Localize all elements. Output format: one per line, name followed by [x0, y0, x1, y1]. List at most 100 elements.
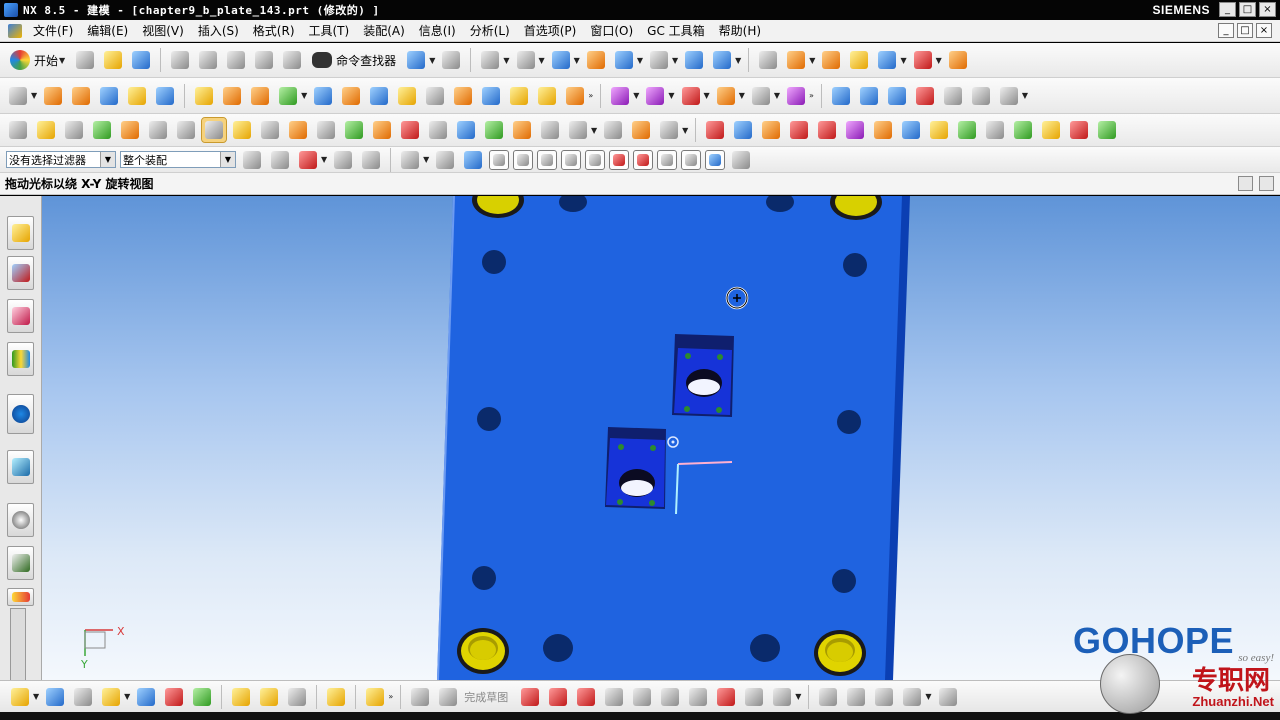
information-icon[interactable]	[439, 48, 463, 72]
yellow-box-icon[interactable]	[1039, 118, 1063, 142]
delete-face-icon[interactable]	[784, 84, 808, 108]
menu-format[interactable]: 格式(R)	[246, 22, 302, 39]
revolve-icon[interactable]	[69, 84, 93, 108]
fit-view-icon[interactable]	[478, 48, 502, 72]
standard-part-icon[interactable]	[258, 118, 282, 142]
solid-red-icon[interactable]	[703, 118, 727, 142]
assembly-icon[interactable]	[8, 685, 32, 709]
thread-icon[interactable]	[367, 84, 391, 108]
save-icon[interactable]	[129, 48, 153, 72]
menu-information[interactable]: 信息(I)	[412, 22, 463, 39]
bill-of-material-icon[interactable]	[566, 118, 590, 142]
shaded-cube-icon[interactable]	[404, 48, 428, 72]
grid-icon[interactable]	[729, 148, 753, 172]
snap-existing-point-icon[interactable]	[489, 149, 510, 170]
snap-point-on-curve-icon[interactable]	[657, 149, 678, 170]
cut-icon[interactable]	[168, 48, 192, 72]
start-button[interactable]: 开始 ▼	[6, 50, 69, 70]
pad-icon[interactable]	[220, 84, 244, 108]
menu-tools[interactable]: 工具(T)	[302, 22, 357, 39]
cooling-icon[interactable]	[454, 118, 478, 142]
mirror-assembly-icon[interactable]	[134, 685, 158, 709]
trim-mold-components-icon[interactable]	[510, 118, 534, 142]
delete-files-icon[interactable]	[629, 118, 653, 142]
mold-csys-icon[interactable]	[34, 118, 58, 142]
subtract-icon[interactable]	[643, 84, 667, 108]
pocket-icon[interactable]	[248, 84, 272, 108]
ejector-postprocess-icon[interactable]	[314, 118, 338, 142]
shell-icon[interactable]	[451, 84, 475, 108]
snap-bounded-grid-icon[interactable]	[705, 149, 726, 170]
wcs-icon[interactable]	[612, 48, 636, 72]
menu-view[interactable]: 视图(V)	[135, 22, 191, 39]
history-tab[interactable]	[7, 503, 34, 537]
open-folder-icon[interactable]	[101, 48, 125, 72]
line-icon[interactable]	[546, 685, 570, 709]
clearance-analysis-icon[interactable]	[363, 685, 387, 709]
rib-icon[interactable]	[339, 84, 363, 108]
add-component-icon[interactable]	[43, 685, 67, 709]
constraint-navigator-tab[interactable]	[7, 256, 34, 290]
snap-quadrant-icon[interactable]	[633, 149, 654, 170]
show-hide-icon[interactable]	[875, 48, 899, 72]
arc-icon[interactable]	[574, 685, 598, 709]
render-style-icon[interactable]	[514, 48, 538, 72]
reuse-library-tab[interactable]	[7, 342, 34, 376]
maximize-icon[interactable]	[1259, 176, 1274, 191]
face-rule-icon[interactable]	[359, 148, 383, 172]
block-icon[interactable]	[97, 84, 121, 108]
command-finder-button[interactable]: 命令查找器	[308, 52, 400, 69]
solid-body-filter-icon[interactable]	[433, 148, 457, 172]
fillet-icon[interactable]	[630, 685, 654, 709]
mold-base-icon[interactable]	[230, 118, 254, 142]
emboss-icon[interactable]	[276, 84, 300, 108]
green-check-icon[interactable]	[955, 118, 979, 142]
runner-icon[interactable]	[426, 118, 450, 142]
resource-bar-scrollbar[interactable]	[10, 608, 26, 686]
new-component-icon[interactable]	[71, 685, 95, 709]
feature-select-icon[interactable]	[268, 148, 292, 172]
extrude-icon[interactable]	[41, 84, 65, 108]
profile-icon[interactable]	[518, 685, 542, 709]
curve-network-icon[interactable]	[941, 84, 965, 108]
snap-point-icon[interactable]	[819, 48, 843, 72]
orange-surface-icon[interactable]	[871, 118, 895, 142]
yellow-stack-icon[interactable]	[927, 118, 951, 142]
move-component-bottom-icon[interactable]	[190, 685, 214, 709]
boss-icon[interactable]	[192, 84, 216, 108]
sheet-body-filter-icon[interactable]	[461, 148, 485, 172]
geometric-constraint-icon[interactable]	[936, 685, 960, 709]
document-icon[interactable]	[8, 23, 22, 38]
mold-tools-icon[interactable]	[174, 118, 198, 142]
green-box-icon[interactable]	[1011, 118, 1035, 142]
view-manager-icon[interactable]	[601, 118, 625, 142]
edge-blend-icon[interactable]	[395, 84, 419, 108]
studio-surface-icon[interactable]	[969, 84, 993, 108]
trim-body-icon[interactable]	[479, 84, 503, 108]
move-face-icon[interactable]	[749, 84, 773, 108]
process-studio-tab[interactable]	[7, 588, 34, 606]
assembly-sequence-icon[interactable]	[285, 685, 309, 709]
finish-sketch-icon[interactable]	[436, 685, 460, 709]
ejector-pin-icon[interactable]	[286, 118, 310, 142]
snap-arc-center-icon[interactable]	[609, 149, 630, 170]
wave-linker-icon[interactable]	[257, 685, 281, 709]
doc-restore-button[interactable]: □	[1237, 23, 1253, 38]
polygon-icon[interactable]	[714, 685, 738, 709]
snap-midpoint-icon[interactable]	[537, 149, 558, 170]
rectangle-icon[interactable]	[686, 685, 710, 709]
mold-drawing-icon[interactable]	[657, 118, 681, 142]
snap-point-on-face-icon[interactable]	[681, 149, 702, 170]
type-filter-dropdown[interactable]: 没有选择过滤器 ▼	[6, 151, 116, 168]
paste-icon[interactable]	[224, 48, 248, 72]
mesh-icon[interactable]	[857, 84, 881, 108]
background-icon[interactable]	[647, 48, 671, 72]
assembly-constraint-icon[interactable]	[710, 48, 734, 72]
sub-insert-icon[interactable]	[370, 118, 394, 142]
circle-icon[interactable]	[602, 685, 626, 709]
workpiece-icon[interactable]	[90, 118, 114, 142]
menu-preferences[interactable]: 首选项(P)	[517, 22, 584, 39]
select-settings-icon[interactable]	[240, 148, 264, 172]
slider-lifter-icon[interactable]	[342, 118, 366, 142]
undo-icon[interactable]	[252, 48, 276, 72]
